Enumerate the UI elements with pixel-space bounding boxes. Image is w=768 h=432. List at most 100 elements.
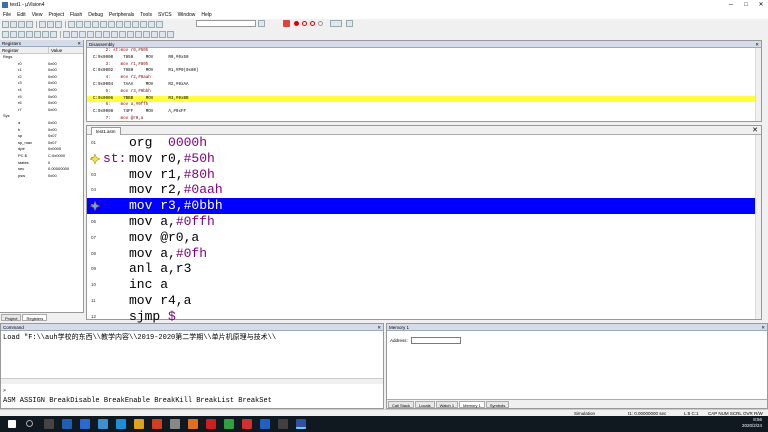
register-row[interactable]: psw 0x00: [0, 173, 83, 180]
app-icon[interactable]: [188, 419, 198, 429]
tab-registers[interactable]: Registers: [22, 313, 48, 321]
app-icon[interactable]: [206, 419, 216, 429]
stop-icon[interactable]: [18, 30, 25, 38]
show-next-statement-icon[interactable]: [63, 30, 70, 38]
indent-icon[interactable]: [132, 20, 139, 28]
watch-window-icon[interactable]: [111, 30, 118, 38]
code-line[interactable]: 11 mov r4,a: [87, 293, 761, 309]
cut-icon[interactable]: [39, 20, 46, 28]
step-over-icon[interactable]: [34, 30, 41, 38]
code-line[interactable]: 08 mov a,#0fh: [87, 246, 761, 262]
qq-app-icon[interactable]: [98, 419, 108, 429]
disassembly-line[interactable]: C:0x0006 7BBB MOV R3,#0xBB: [87, 95, 761, 103]
disassembly-line[interactable]: 7: mov @r0,a: [87, 116, 761, 123]
disassembly-line[interactable]: 4: mov r2,#0aah: [87, 75, 761, 82]
search-icon[interactable]: [26, 420, 33, 427]
close-window-button[interactable]: ✕: [754, 0, 768, 10]
open-file-icon[interactable]: [10, 20, 17, 28]
editor-scrollbar[interactable]: [755, 135, 761, 319]
code-line[interactable]: 07 mov @r0,a: [87, 230, 761, 246]
browser-app-icon[interactable]: [80, 419, 90, 429]
disassembly-line[interactable]: 6: mov a,#0ffh: [87, 102, 761, 109]
toolbox-icon[interactable]: [159, 30, 166, 38]
code-lines[interactable]: 01 org 0000h02st:mov r0,#50h 03 mov r1,#80h…: [87, 135, 761, 325]
code-line[interactable]: 05mov r3,#0bbh: [87, 198, 761, 214]
save-all-icon[interactable]: [26, 20, 33, 28]
file-explorer-icon[interactable]: [134, 419, 144, 429]
memory-window-icon[interactable]: [119, 30, 126, 38]
menu-help[interactable]: Help: [198, 12, 214, 18]
menu-peripherals[interactable]: Peripherals: [106, 12, 137, 18]
register-row[interactable]: r3 0x00: [0, 80, 83, 87]
register-row[interactable]: dptr 0x0000: [0, 146, 83, 153]
app-icon[interactable]: [278, 419, 288, 429]
disassembly-line[interactable]: C:0x0000 7850 MOV R0,#0x50: [87, 55, 761, 62]
redo-icon[interactable]: [76, 20, 83, 28]
run-icon[interactable]: [10, 30, 17, 38]
maximize-button[interactable]: □: [739, 0, 753, 10]
register-row[interactable]: Sys: [0, 113, 83, 120]
register-row[interactable]: sp 0x07: [0, 133, 83, 140]
registers-window-icon[interactable]: [95, 30, 102, 38]
breakpoint-disable-icon[interactable]: [310, 21, 315, 26]
windows-start-icon[interactable]: [8, 420, 16, 428]
keil-uvision-icon[interactable]: [296, 419, 306, 429]
code-line[interactable]: 04 mov r2,#0aah: [87, 182, 761, 198]
tab-locals[interactable]: Locals: [415, 400, 435, 408]
disassembly-scrollbar[interactable]: [755, 48, 761, 121]
menu-edit[interactable]: Edit: [14, 12, 29, 18]
menu-tools[interactable]: Tools: [137, 12, 155, 18]
step-out-icon[interactable]: [42, 30, 49, 38]
disassembly-line[interactable]: C:0x0004 7AAA MOV R2,#0xAA: [87, 82, 761, 89]
menu-view[interactable]: View: [29, 12, 46, 18]
menu-window[interactable]: Window: [175, 12, 199, 18]
run-to-cursor-icon[interactable]: [50, 30, 57, 38]
code-line[interactable]: 06 mov a,#0ffh: [87, 214, 761, 230]
trace-window-icon[interactable]: [143, 30, 150, 38]
code-line[interactable]: 02st:mov r0,#50h: [87, 151, 761, 167]
app-icon[interactable]: [242, 419, 252, 429]
task-view-icon[interactable]: [44, 419, 54, 429]
register-row[interactable]: r5 0x00: [0, 94, 83, 101]
minimize-button[interactable]: ─: [724, 0, 738, 10]
disassembly-line[interactable]: C:0x0002 7980 MOV R1,#P0(0x80): [87, 68, 761, 75]
register-row[interactable]: states 0: [0, 160, 83, 167]
bookmark-next-icon[interactable]: [116, 20, 123, 28]
symbols-window-icon[interactable]: [87, 30, 94, 38]
configure-icon[interactable]: [346, 20, 353, 27]
register-row[interactable]: r0 0x00: [0, 61, 83, 68]
uncomment-icon[interactable]: [156, 20, 163, 28]
call-stack-icon[interactable]: [103, 30, 110, 38]
app-icon[interactable]: [170, 419, 180, 429]
bookmark-clear-icon[interactable]: [124, 20, 131, 28]
register-row[interactable]: b 0x00: [0, 127, 83, 134]
close-icon[interactable]: ✕: [752, 126, 758, 135]
app-icon[interactable]: [260, 419, 270, 429]
register-row[interactable]: Regs: [0, 54, 83, 61]
find-icon[interactable]: [258, 20, 265, 27]
command-window-icon[interactable]: [71, 30, 78, 38]
code-line[interactable]: 01 org 0000h: [87, 135, 761, 151]
code-line[interactable]: 10 inc a: [87, 277, 761, 293]
find-combobox[interactable]: [196, 20, 256, 27]
navigate-back-icon[interactable]: [84, 20, 91, 28]
word-app-icon[interactable]: [62, 419, 72, 429]
settings-icon[interactable]: [167, 30, 174, 38]
edge-app-icon[interactable]: [116, 419, 126, 429]
save-icon[interactable]: [18, 20, 25, 28]
tab-test1-asm[interactable]: test1.asm: [91, 127, 121, 135]
app-icon[interactable]: [224, 419, 234, 429]
comment-icon[interactable]: [148, 20, 155, 28]
register-row[interactable]: a 0x00: [0, 120, 83, 127]
address-input[interactable]: [410, 337, 461, 344]
tab-call-stack[interactable]: Call Stack: [388, 400, 415, 408]
menu-svcs[interactable]: SVCS: [155, 12, 175, 18]
bookmark-icon[interactable]: [100, 20, 107, 28]
value-column-header[interactable]: Value: [48, 47, 82, 53]
close-icon[interactable]: ✕: [755, 41, 759, 48]
app-icon[interactable]: [152, 419, 162, 429]
register-row[interactable]: r7 0x00: [0, 107, 83, 114]
system-viewer-icon[interactable]: [151, 30, 158, 38]
tab-memory-1[interactable]: Memory 1: [459, 400, 485, 408]
register-row[interactable]: r2 0x00: [0, 74, 83, 81]
